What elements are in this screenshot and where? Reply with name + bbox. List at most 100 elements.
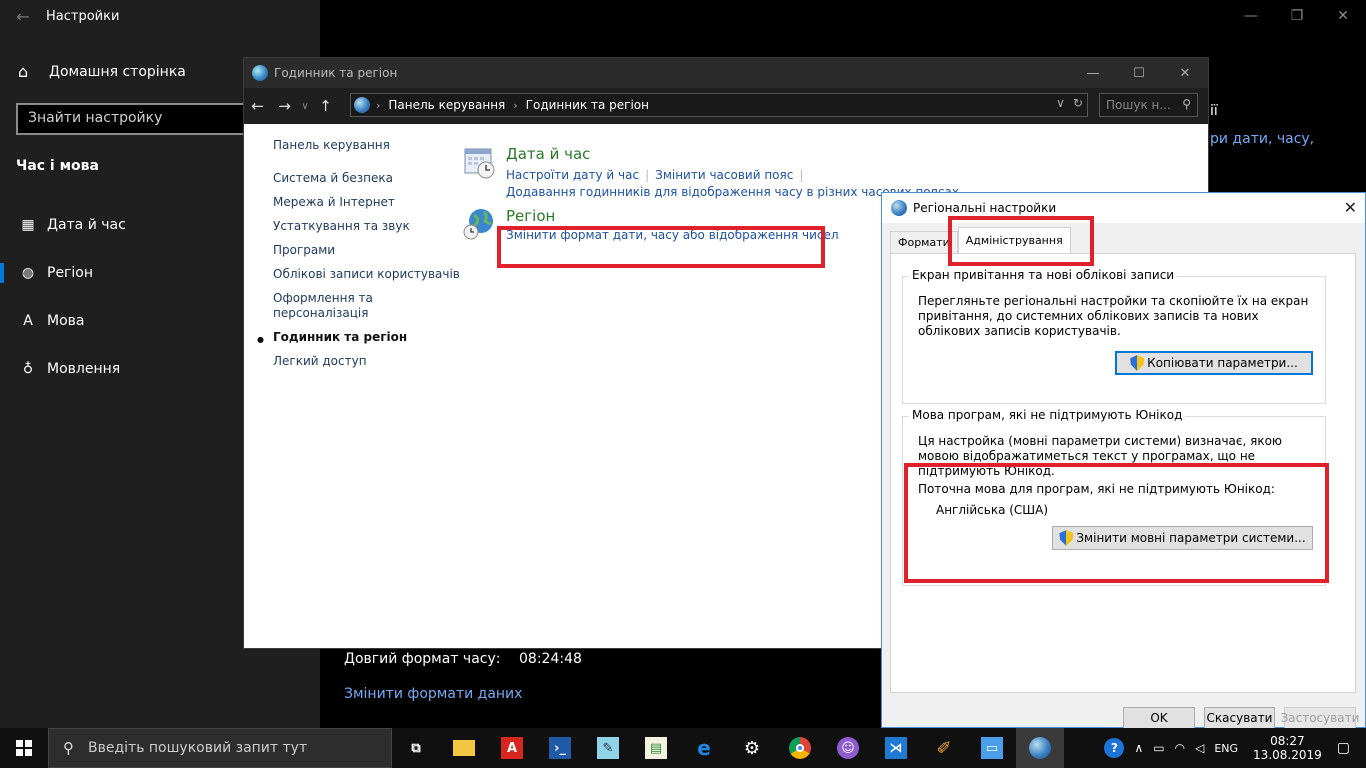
cp-address-row: ← → ∨ ↑ › Панель керування › Годинник та… bbox=[244, 88, 1208, 124]
apply-button[interactable]: Застосувати bbox=[1281, 707, 1359, 729]
copy-settings-button[interactable]: Копіювати параметри... bbox=[1115, 351, 1313, 375]
ok-button[interactable]: OK bbox=[1123, 707, 1195, 729]
cp-nav-item[interactable]: Легкий доступ bbox=[273, 354, 460, 369]
acrobat-icon[interactable]: A bbox=[488, 728, 536, 768]
maximize-icon[interactable]: ☐ bbox=[1116, 58, 1162, 88]
section-title: Час і мова bbox=[16, 158, 99, 174]
control-panel-icon bbox=[354, 97, 370, 113]
copy-settings-label: Копіювати параметри... bbox=[1147, 356, 1298, 370]
refresh-icon[interactable]: ↻ bbox=[1073, 96, 1083, 110]
cancel-button[interactable]: Скасувати bbox=[1204, 707, 1275, 729]
globe-region-icon: ◍ bbox=[21, 265, 35, 281]
uac-shield-icon bbox=[1130, 355, 1145, 371]
chevron-down-icon[interactable]: ∨ bbox=[1056, 96, 1065, 110]
nav-label: Дата й час bbox=[47, 217, 126, 233]
cp-nav-item[interactable]: Устаткування та звук bbox=[273, 219, 460, 234]
cp-nav-item-active[interactable]: Годинник та регіон bbox=[257, 330, 460, 347]
vscode-icon[interactable]: ⋊ bbox=[872, 728, 920, 768]
back-arrow-icon[interactable]: ← bbox=[244, 97, 271, 115]
forward-arrow-icon[interactable]: → bbox=[271, 97, 298, 115]
help-icon[interactable]: ? bbox=[1104, 738, 1125, 758]
windows-logo-icon bbox=[16, 740, 32, 756]
input-language[interactable]: ENG bbox=[1214, 742, 1238, 755]
taskbar-search-placeholder: Введіть пошуковий запит тут bbox=[88, 740, 308, 756]
cp-window-title: Годинник та регіон bbox=[274, 66, 398, 80]
task-view-icon[interactable]: ⧉ bbox=[392, 728, 440, 768]
minimize-icon[interactable]: — bbox=[1228, 0, 1274, 32]
nav-label: Регіон bbox=[47, 265, 94, 281]
cp-search-input[interactable]: Пошук н... ⚲ bbox=[1099, 93, 1198, 117]
breadcrumb-item[interactable]: Годинник та регіон bbox=[526, 98, 649, 112]
cp-titlebar: Годинник та регіон — ☐ ✕ bbox=[244, 58, 1208, 88]
notifications-icon[interactable]: ▢ bbox=[1337, 740, 1350, 756]
group-legend: Екран привітання та нові облікові записи bbox=[909, 268, 1178, 282]
regional-settings-dialog: Регіональні настройки ✕ Формати Адмініст… bbox=[881, 192, 1366, 729]
chrome-icon[interactable] bbox=[776, 728, 824, 768]
long-time-value: 08:24:48 bbox=[519, 651, 582, 667]
search-icon: ⚲ bbox=[1182, 97, 1191, 111]
region-title[interactable]: Регіон bbox=[506, 207, 555, 225]
file-explorer-icon[interactable] bbox=[440, 728, 488, 768]
minimize-icon[interactable]: — bbox=[1070, 58, 1116, 88]
calendar-icon: ▦ bbox=[21, 217, 35, 233]
close-icon[interactable]: ✕ bbox=[1320, 0, 1366, 32]
volume-icon[interactable]: ◁ bbox=[1195, 741, 1204, 755]
cp-search-placeholder: Пошук н... bbox=[1106, 98, 1171, 112]
search-icon: ⚲ bbox=[63, 739, 74, 757]
taskbar: ⚲ Введіть пошуковий запит тут ⧉ A ›_ ✎ ▤… bbox=[0, 728, 1366, 768]
system-tray: ? ∧ ▭ ◠ ◁ ENG 08:27 13.08.2019 ▢ bbox=[1099, 728, 1366, 768]
highlight-box bbox=[904, 463, 1329, 583]
edge-icon[interactable]: e bbox=[680, 728, 728, 768]
up-arrow-icon[interactable]: ↑ bbox=[312, 97, 339, 115]
cp-nav-item[interactable]: Облікові записи користувачів bbox=[273, 267, 460, 282]
calendar-clock-icon bbox=[464, 148, 495, 179]
cat-app-icon[interactable]: ☺ bbox=[824, 728, 872, 768]
cp-nav-item[interactable]: Мережа й Інтернет bbox=[273, 195, 460, 210]
close-icon[interactable]: ✕ bbox=[1162, 58, 1208, 88]
home-icon: ⌂ bbox=[18, 62, 29, 81]
microphone-icon: ♁ bbox=[22, 361, 34, 377]
settings-window-controls: — ❐ ✕ bbox=[1228, 0, 1366, 32]
notepad-icon[interactable]: ✎ bbox=[584, 728, 632, 768]
change-timezone-link[interactable]: Змінити часовий пояс bbox=[655, 168, 793, 182]
cp-nav-item[interactable]: Програми bbox=[273, 243, 460, 258]
dialog-title: Регіональні настройки bbox=[913, 201, 1057, 215]
partial-heading: ії bbox=[1210, 103, 1218, 119]
settings-gear-icon[interactable]: ⚙ bbox=[728, 728, 776, 768]
cp-nav-home[interactable]: Панель керування bbox=[273, 138, 460, 153]
cp-nav-item[interactable]: Система й безпека bbox=[273, 171, 460, 186]
date-time-title[interactable]: Дата й час bbox=[506, 145, 590, 163]
spreadsheet-icon[interactable]: ▤ bbox=[632, 728, 680, 768]
remote-desktop-icon[interactable]: ▭ bbox=[968, 728, 1016, 768]
group-description: Перегляньте регіональні настройки та ско… bbox=[918, 294, 1309, 338]
breadcrumb-item[interactable]: Панель керування bbox=[388, 98, 505, 112]
change-formats-link[interactable]: Змінити формати даних bbox=[344, 686, 522, 702]
partial-link[interactable]: ри дати, часу, bbox=[1210, 131, 1314, 147]
home-link[interactable]: ⌂ Домашня сторінка bbox=[18, 62, 186, 81]
restore-icon[interactable]: ❐ bbox=[1274, 0, 1320, 32]
set-date-time-link[interactable]: Настроїти дату й час bbox=[506, 168, 639, 182]
group-legend: Мова програм, які не підтримують Юнікод bbox=[909, 408, 1186, 422]
pinned-apps: ⧉ A ›_ ✎ ▤ e ⚙ ☺ ⋊ ✐ ▭ bbox=[392, 728, 1064, 768]
clock[interactable]: 08:27 13.08.2019 bbox=[1253, 734, 1322, 762]
paint-icon[interactable]: ✐ bbox=[920, 728, 968, 768]
start-button[interactable] bbox=[0, 728, 48, 768]
taskbar-search-input[interactable]: ⚲ Введіть пошуковий запит тут bbox=[48, 728, 392, 768]
back-arrow-icon[interactable]: ← bbox=[0, 7, 46, 26]
chevron-up-icon[interactable]: ∧ bbox=[1134, 741, 1143, 755]
powershell-icon[interactable]: ›_ bbox=[536, 728, 584, 768]
recent-dropdown-icon[interactable]: ∨ bbox=[298, 101, 312, 112]
close-icon[interactable]: ✕ bbox=[1344, 198, 1357, 217]
region-globe-icon[interactable] bbox=[1016, 728, 1064, 768]
home-label: Домашня сторінка bbox=[49, 63, 186, 80]
cp-nav-item[interactable]: Оформлення та персоналізація bbox=[273, 291, 393, 321]
battery-icon[interactable]: ▭ bbox=[1153, 741, 1164, 755]
nav-label: Мовлення bbox=[47, 361, 121, 377]
language-icon: A bbox=[23, 313, 33, 329]
address-bar[interactable]: › Панель керування › Годинник та регіон … bbox=[350, 93, 1088, 117]
region-globe-icon bbox=[891, 200, 907, 216]
long-time-label: Довгий формат часу: bbox=[344, 651, 501, 667]
clock-region-icon bbox=[252, 65, 268, 81]
cp-left-nav: Панель керування Система й безпека Мереж… bbox=[257, 138, 460, 378]
network-icon[interactable]: ◠ bbox=[1175, 741, 1185, 755]
